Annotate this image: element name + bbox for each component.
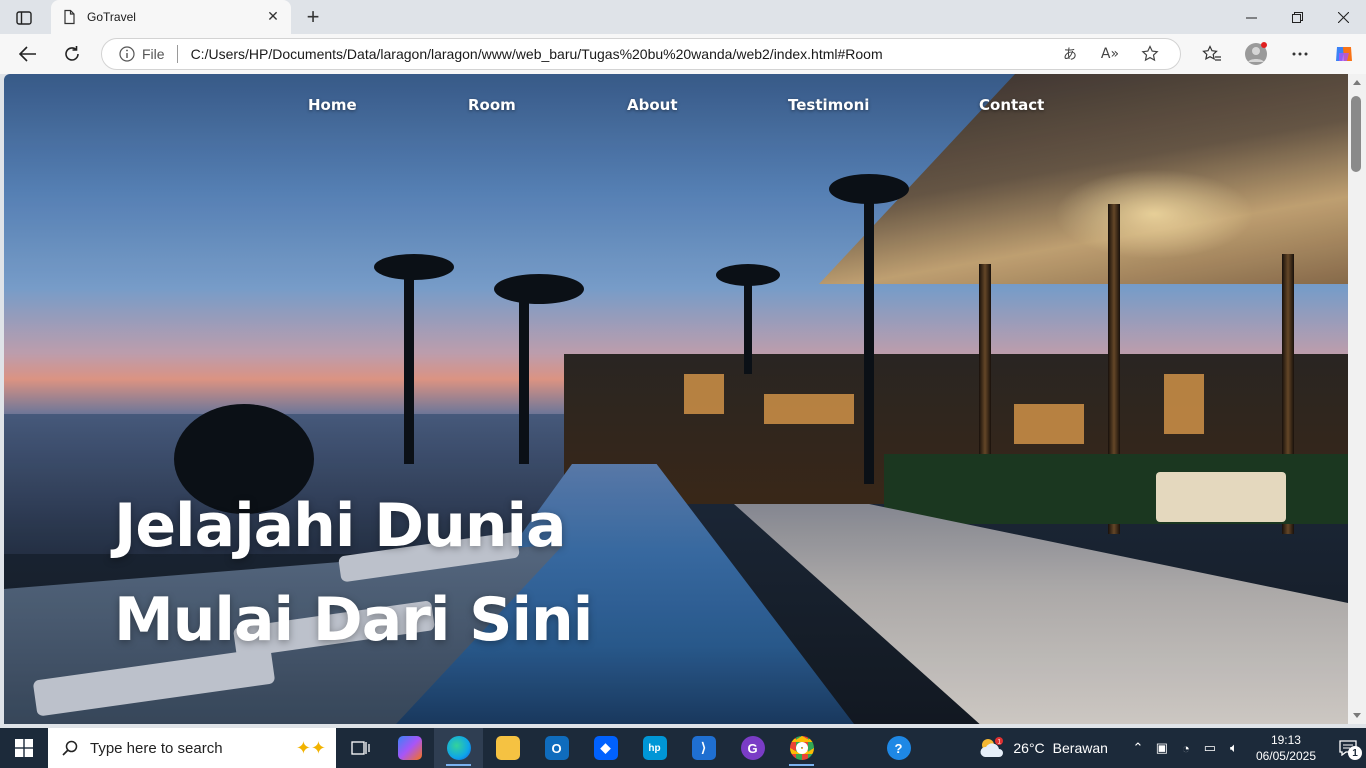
page-viewport: Home Room About Testimoni Contact Jelaja… — [4, 74, 1348, 724]
chrome-taskbar-button[interactable] — [777, 728, 826, 768]
wifi-icon[interactable]: ◔ — [1174, 736, 1198, 760]
tab-title: GoTravel — [87, 10, 136, 24]
vscode-app-icon: ⟩ — [691, 736, 716, 760]
help-app-icon: ? — [886, 736, 911, 760]
nav-home[interactable]: Home — [308, 96, 357, 114]
nav-room[interactable]: Room — [468, 96, 516, 114]
favorites-icon[interactable] — [1190, 38, 1234, 70]
system-tray: 1 26°C Berawan ⌃ ▣ ◔ ▭ 🔈︎ 19:13 06/05/20… — [979, 728, 1366, 768]
read-aloud-icon[interactable]: A» — [1090, 40, 1130, 68]
window-close-icon — [1337, 11, 1349, 23]
hero-headline: Jelajahi Dunia Mulai Dari Sini — [114, 479, 734, 667]
browser-toolbar: File C:/Users/HP/Documents/Data/laragon/… — [0, 34, 1366, 74]
weather-temperature: 26°C — [1013, 740, 1045, 756]
copilot-icon[interactable] — [1322, 38, 1366, 70]
info-icon[interactable] — [118, 45, 136, 63]
new-tab-icon: + — [306, 4, 320, 29]
scrollbar-thumb[interactable] — [1351, 96, 1361, 172]
notification-center-button[interactable]: 1 — [1330, 728, 1366, 768]
copilot-taskbar-button[interactable] — [385, 728, 434, 768]
translate-icon[interactable]: あ — [1050, 40, 1090, 68]
maximize-button[interactable] — [1274, 0, 1320, 34]
back-button[interactable] — [13, 40, 43, 68]
task-view-button[interactable] — [336, 728, 385, 768]
dropbox-app-icon: ◆ — [593, 736, 618, 760]
edge-taskbar-button[interactable] — [434, 728, 483, 768]
new-tab-button[interactable]: + — [300, 4, 326, 30]
address-bar[interactable]: File C:/Users/HP/Documents/Data/laragon/… — [101, 38, 1181, 70]
address-separator — [176, 45, 178, 63]
windows-taskbar: Type here to search ✦✦ O ◆ hp ⟩ G ? 1 26… — [0, 728, 1366, 768]
page-icon — [64, 9, 75, 25]
maximize-icon — [1291, 11, 1303, 23]
vscode-taskbar-button[interactable]: ⟩ — [679, 728, 728, 768]
clock-time: 19:13 — [1270, 733, 1301, 747]
profile-icon[interactable] — [1234, 38, 1278, 70]
clock[interactable]: 19:13 06/05/2025 — [1256, 732, 1316, 764]
start-button[interactable] — [0, 728, 48, 768]
weather-widget[interactable]: 1 26°C Berawan — [979, 737, 1108, 759]
taskbar-search-box[interactable]: Type here to search ✦✦ — [48, 728, 336, 768]
outlook-app-icon: O — [544, 736, 569, 760]
scroll-down-arrow-icon[interactable] — [1353, 713, 1361, 718]
window-close-button[interactable] — [1320, 0, 1366, 34]
hp-app-icon: hp — [642, 736, 667, 760]
clock-date: 06/05/2025 — [1255, 749, 1316, 763]
weather-condition: Berawan — [1052, 740, 1108, 756]
page-scrollbar[interactable] — [1348, 74, 1366, 724]
file-explorer-taskbar-button[interactable] — [483, 728, 532, 768]
search-placeholder: Type here to search — [90, 739, 223, 757]
url-text[interactable]: C:/Users/HP/Documents/Data/laragon/larag… — [191, 46, 1050, 62]
search-icon — [62, 740, 78, 756]
tab-actions-icon — [16, 11, 32, 25]
nav-about[interactable]: About — [627, 96, 678, 114]
meet-now-icon[interactable]: ▣ — [1150, 736, 1174, 760]
minimize-button[interactable] — [1228, 0, 1274, 34]
github-desktop-taskbar-button[interactable]: G — [728, 728, 777, 768]
refresh-icon — [65, 46, 79, 61]
chevron-up-icon[interactable]: ⌃ — [1126, 736, 1150, 760]
window-controls — [1228, 0, 1366, 34]
nav-testimoni[interactable]: Testimoni — [788, 96, 869, 114]
hp-smart-taskbar-button[interactable]: hp — [630, 728, 679, 768]
notification-count-badge: 1 — [1348, 746, 1362, 760]
address-prefix: File — [142, 46, 165, 62]
battery-icon[interactable]: ▭ — [1198, 736, 1222, 760]
github-desktop-app-icon: G — [740, 736, 765, 760]
help-taskbar-button[interactable]: ? — [874, 728, 923, 768]
refresh-button[interactable] — [57, 40, 87, 68]
favorite-star-icon[interactable] — [1130, 40, 1170, 68]
cloud-weather-icon: 1 — [980, 737, 1004, 757]
windows-logo-icon — [15, 739, 33, 757]
tab-strip: GoTravel ✕ + — [0, 0, 1366, 34]
search-highlight-icon: ✦✦ — [295, 737, 326, 759]
scroll-up-arrow-icon[interactable] — [1353, 80, 1361, 85]
folder-app-icon — [495, 736, 520, 760]
more-icon[interactable] — [1278, 38, 1322, 70]
outlook-taskbar-button[interactable]: O — [532, 728, 581, 768]
headline-line-2: Mulai Dari Sini — [114, 585, 593, 655]
browser-tab-gotravel[interactable]: GoTravel ✕ — [51, 0, 291, 34]
tab-actions-button[interactable] — [10, 6, 38, 30]
edge-app-icon — [446, 736, 471, 760]
minimize-icon — [1245, 17, 1257, 18]
nav-contact[interactable]: Contact — [979, 96, 1044, 114]
headline-line-1: Jelajahi Dunia — [114, 491, 567, 561]
dropbox-taskbar-button[interactable]: ◆ — [581, 728, 630, 768]
back-icon — [19, 46, 36, 62]
task-view-icon — [350, 741, 370, 755]
close-icon[interactable]: ✕ — [265, 9, 281, 25]
chrome-app-icon — [789, 736, 814, 760]
volume-icon[interactable]: 🔈︎ — [1222, 736, 1246, 760]
copilot-app-icon — [397, 736, 422, 760]
site-nav: Home Room About Testimoni Contact — [4, 96, 1348, 120]
